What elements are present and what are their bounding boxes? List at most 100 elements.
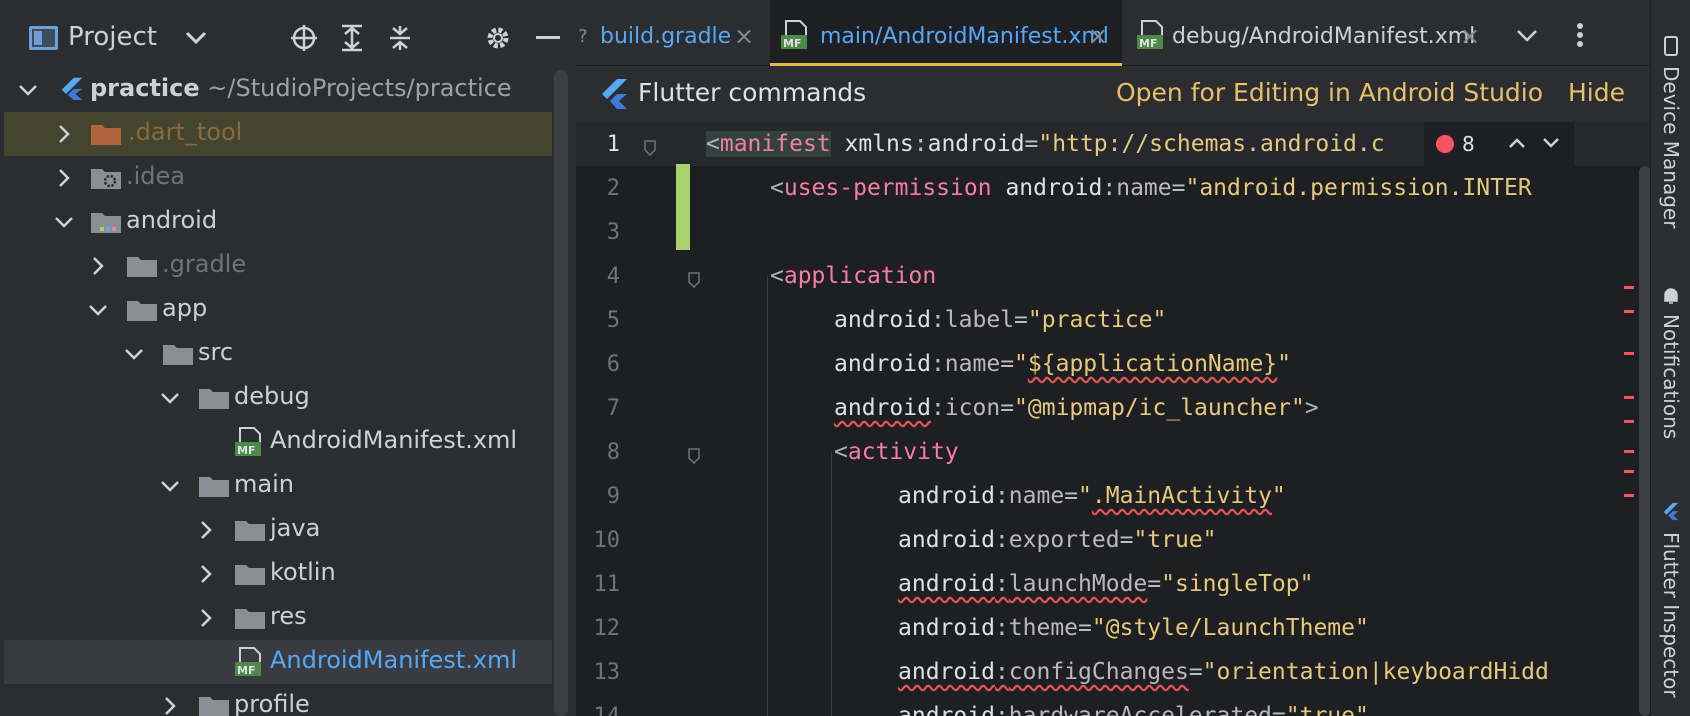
code-line[interactable]: 7 android:icon="@mipmap/ic_launcher">: [576, 386, 1650, 430]
code-line[interactable]: 14 android:hardwareAccelerated="true": [576, 694, 1650, 716]
tree-item-debug-manifest[interactable]: MF AndroidManifest.xml: [0, 420, 548, 464]
error-stripe-mark[interactable]: [1624, 420, 1634, 423]
tree-item-gradle[interactable]: .gradle: [0, 244, 548, 288]
previous-highlight-icon[interactable]: [1508, 130, 1526, 154]
chevron-right-icon[interactable]: [52, 122, 76, 146]
tree-item-app[interactable]: app: [0, 288, 548, 332]
line-number: 1: [606, 132, 620, 157]
code-line[interactable]: 4 <application: [576, 254, 1650, 298]
next-highlight-icon[interactable]: [1542, 130, 1560, 154]
chevron-down-icon[interactable]: [52, 210, 76, 234]
code-text: android:theme="@style/LaunchTheme": [898, 615, 1369, 641]
chevron-right-icon[interactable]: [194, 606, 218, 630]
tab-main-manifest[interactable]: MF main/AndroidManifest.xml ×: [770, 0, 1122, 66]
locate-icon[interactable]: [284, 18, 324, 58]
chevron-right-icon[interactable]: [194, 518, 218, 542]
chevron-down-icon[interactable]: [158, 474, 182, 498]
expand-all-icon[interactable]: [332, 18, 372, 58]
chevron-right-icon[interactable]: [86, 254, 110, 278]
chevron-down-icon[interactable]: [122, 342, 146, 366]
tree-item-debug[interactable]: debug: [0, 376, 548, 420]
code-line[interactable]: 3: [576, 210, 1650, 254]
device-manager-tool[interactable]: Device Manager: [1651, 30, 1690, 240]
svg-text:MF: MF: [237, 664, 255, 677]
close-icon[interactable]: ×: [1460, 22, 1480, 50]
tree-item-main[interactable]: main: [0, 464, 548, 508]
tree-item-practice[interactable]: practice ~/StudioProjects/practice: [0, 68, 548, 112]
fold-icon[interactable]: [688, 444, 700, 470]
flutter-inspector-tool[interactable]: Flutter Inspector: [1651, 500, 1690, 716]
error-stripe-mark[interactable]: [1624, 450, 1634, 453]
gear-icon[interactable]: [478, 18, 518, 58]
line-number: 4: [606, 264, 620, 289]
notifications-tool[interactable]: Notifications: [1651, 282, 1690, 452]
manifest-file-icon: MF: [235, 647, 261, 677]
chevron-right-icon[interactable]: [194, 562, 218, 586]
tree-item-main-manifest[interactable]: MF AndroidManifest.xml: [4, 640, 552, 684]
tree-item-kotlin[interactable]: kotlin: [0, 552, 548, 596]
error-stripe-mark[interactable]: [1624, 470, 1634, 473]
code-line[interactable]: 12 android:theme="@style/LaunchTheme": [576, 606, 1650, 650]
tree-item-res[interactable]: res: [0, 596, 548, 640]
code-text: <activity: [834, 439, 959, 465]
code-line[interactable]: 11 android:launchMode="singleTop": [576, 562, 1650, 606]
tab-debug-manifest[interactable]: MF debug/AndroidManifest.xml ×: [1126, 0, 1486, 66]
chevron-down-icon[interactable]: [16, 78, 40, 102]
minimize-icon[interactable]: [528, 18, 568, 58]
tree-item-label: AndroidManifest.xml: [270, 426, 518, 454]
fold-icon[interactable]: [644, 136, 656, 157]
chevron-down-icon[interactable]: [158, 386, 182, 410]
code-line[interactable]: 2 <uses-permission android:name="android…: [576, 166, 1650, 210]
code-line[interactable]: 9 android:name=".MainActivity": [576, 474, 1650, 518]
close-icon[interactable]: ×: [734, 22, 754, 50]
code-line[interactable]: 6 android:name="${applicationName}": [576, 342, 1650, 386]
code-line[interactable]: 5 android:label="practice": [576, 298, 1650, 342]
collapse-all-icon[interactable]: [380, 18, 420, 58]
tree-item-dart-tool[interactable]: .dart_tool: [4, 112, 552, 156]
error-stripe-mark[interactable]: [1624, 286, 1634, 289]
chevron-down-icon[interactable]: [86, 298, 110, 322]
hide-banner-link[interactable]: Hide: [1568, 78, 1625, 107]
code-line[interactable]: 13 android:configChanges="orientation|ke…: [576, 650, 1650, 694]
settings-folder-icon: [91, 169, 121, 189]
error-stripe-mark[interactable]: [1624, 310, 1634, 313]
vcs-change-marker[interactable]: [676, 164, 690, 250]
editor-tab-bar: ? build.gradle × MF main/AndroidManifest…: [576, 0, 1650, 66]
code-editor[interactable]: 1 <manifest xmlns:android="http://schema…: [576, 122, 1650, 716]
indent-guide: [831, 452, 832, 716]
bell-icon: [1664, 288, 1678, 304]
project-view-icon[interactable]: [29, 26, 58, 50]
chevron-down-icon[interactable]: [176, 18, 216, 58]
code-line[interactable]: 8 <activity: [576, 430, 1650, 474]
tab-list-chevron-icon[interactable]: [1516, 20, 1538, 50]
error-stripe-mark[interactable]: [1624, 352, 1634, 355]
error-stripe-mark[interactable]: [1624, 494, 1634, 497]
tree-item-java[interactable]: java: [0, 508, 548, 552]
tab-label: main/AndroidManifest.xml: [820, 24, 1109, 49]
tree-scrollbar[interactable]: [554, 70, 568, 716]
error-count: 8: [1462, 132, 1475, 156]
fold-icon[interactable]: [688, 268, 700, 294]
line-number: 5: [606, 308, 620, 333]
chevron-right-icon[interactable]: [158, 694, 182, 716]
line-number: 2: [606, 176, 620, 201]
tree-item-idea[interactable]: .idea: [0, 156, 548, 200]
open-in-android-studio-link[interactable]: Open for Editing in Android Studio: [1116, 78, 1543, 107]
tab-build-gradle[interactable]: ? build.gradle ×: [576, 0, 766, 66]
project-view-selector[interactable]: Project: [68, 22, 157, 52]
close-icon[interactable]: ×: [1088, 22, 1108, 50]
more-vertical-icon[interactable]: [1576, 22, 1584, 55]
svg-text:MF: MF: [1139, 37, 1157, 50]
chevron-right-icon[interactable]: [52, 166, 76, 190]
code-text: <application: [770, 263, 937, 289]
tree-item-label: main: [234, 470, 294, 498]
svg-text:MF: MF: [237, 444, 255, 457]
error-stripe-mark[interactable]: [1624, 396, 1634, 399]
code-line[interactable]: 10 android:exported="true": [576, 518, 1650, 562]
tree-item-src[interactable]: src: [0, 332, 548, 376]
inspection-widget[interactable]: 8: [1424, 122, 1574, 166]
tree-item-profile[interactable]: profile: [0, 684, 548, 716]
line-number: 6: [606, 352, 620, 377]
tree-item-android[interactable]: android: [0, 200, 548, 244]
svg-text:MF: MF: [783, 37, 801, 50]
